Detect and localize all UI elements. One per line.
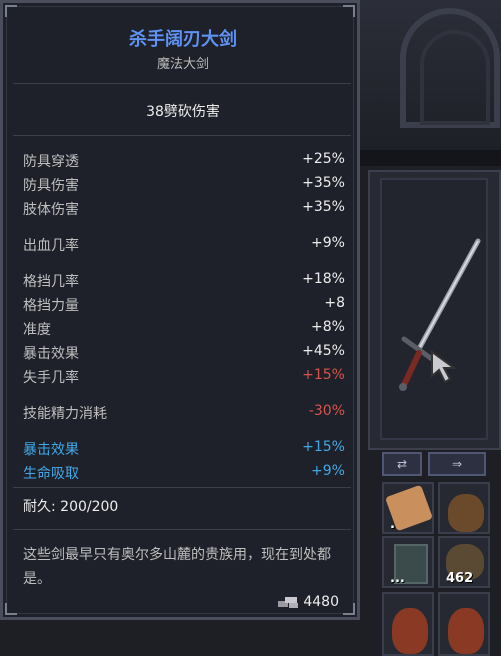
stat-value: +35% [302, 175, 345, 191]
stat-value: +45% [302, 343, 345, 359]
stat-value: +15% [302, 367, 345, 383]
stat-row: 暴击效果 +45% [23, 343, 345, 363]
stat-label: 暴击效果 [23, 442, 79, 458]
stat-value: -30% [308, 403, 345, 419]
inventory-slot[interactable] [438, 482, 490, 534]
stat-value: +9% [311, 463, 345, 479]
stat-label: 格挡力量 [23, 298, 79, 314]
stat-value: +25% [302, 151, 345, 167]
stat-row: 准度 +8% [23, 319, 345, 339]
item-description: 这些剑最早只有奥尔多山麓的贵族用，现在到处都是。 [23, 547, 331, 587]
stat-label: 防具伤害 [23, 178, 79, 194]
durability: 耐久: 200/200 [23, 499, 119, 515]
swap-weapon-button[interactable]: ⇄ [382, 452, 422, 476]
stat-label: 防具穿透 [23, 154, 79, 170]
item-price: 4480 [303, 594, 339, 610]
move-item-button[interactable]: ⇒ [428, 452, 486, 476]
magic-stat-row: 生命吸取 +9% [23, 463, 345, 483]
inventory-slot[interactable]: 462 [438, 536, 490, 588]
red-sack-icon [448, 608, 484, 654]
stat-row: 格挡几率 +18% [23, 271, 345, 291]
stat-label: 格挡几率 [23, 274, 79, 290]
inventory-slot[interactable]: . [382, 482, 434, 534]
stat-label: 失手几率 [23, 370, 79, 386]
stat-value: +35% [302, 199, 345, 215]
stat-label: 技能精力消耗 [23, 406, 107, 422]
item-name: 杀手阔刃大剑 [129, 29, 237, 50]
stat-label: 生命吸取 [23, 466, 79, 482]
stat-label: 暴击效果 [23, 346, 79, 362]
stat-value: +8 [324, 295, 345, 311]
magic-stat-row: 暴击效果 +15% [23, 439, 345, 459]
inventory-slot[interactable]: ... [382, 536, 434, 588]
item-damage: 38劈砍伤害 [146, 104, 220, 120]
slot-count: . [390, 517, 395, 532]
stat-value: +18% [302, 271, 345, 287]
coins-icon [278, 597, 298, 608]
stone-archway-decoration [360, 0, 501, 150]
stat-row: 防具穿透 +25% [23, 151, 345, 171]
stat-row: 肢体伤害 +35% [23, 199, 345, 219]
stat-row: 出血几率 +9% [23, 235, 345, 255]
item-type: 魔法大剑 [156, 57, 209, 72]
swap-weapon-icon: ⇄ [396, 457, 408, 471]
inventory-slot[interactable] [382, 592, 434, 656]
panel-divider [360, 150, 501, 166]
arrow-icon: ⇒ [451, 457, 463, 471]
stat-value: +15% [302, 439, 345, 455]
slot-count: ... [390, 571, 405, 586]
red-sack-icon [392, 608, 428, 654]
stat-value: +9% [311, 235, 345, 251]
stat-row: 格挡力量 +8 [23, 295, 345, 315]
stat-row: 技能精力消耗 -30% [23, 403, 345, 423]
stat-label: 肢体伤害 [23, 202, 79, 218]
slot-count: 462 [446, 571, 474, 586]
mouse-cursor-icon [431, 350, 458, 384]
stat-label: 准度 [23, 322, 51, 338]
inventory-slot[interactable] [438, 592, 490, 656]
stat-value: +8% [311, 319, 345, 335]
divider [13, 487, 351, 488]
item-tooltip: 杀手阔刃大剑 魔法大剑 38劈砍伤害 防具穿透 +25% 防具伤害 +35% 肢… [0, 0, 360, 620]
stat-row: 失手几率 +15% [23, 367, 345, 387]
divider [13, 135, 351, 136]
stat-label: 出血几率 [23, 238, 79, 254]
sack-icon [448, 494, 484, 532]
stat-row: 防具伤害 +35% [23, 175, 345, 195]
divider [13, 83, 351, 84]
divider [13, 529, 351, 530]
